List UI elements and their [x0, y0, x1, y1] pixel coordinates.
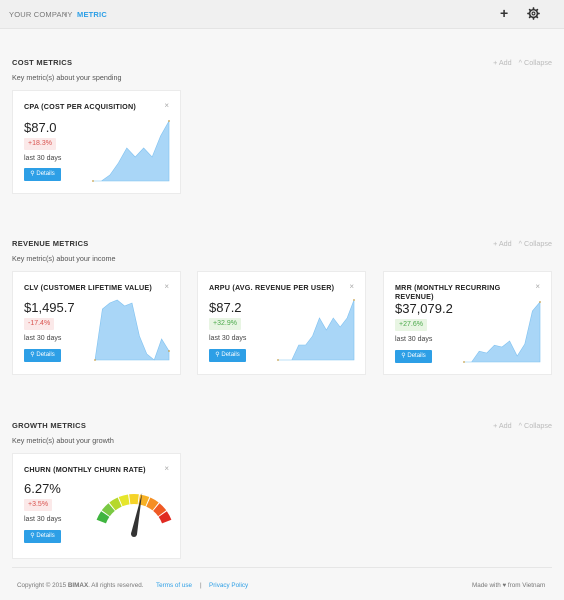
sparkline-end-point — [168, 120, 170, 122]
details-button[interactable]: ⚲ Details — [395, 350, 432, 363]
section-title: COST METRICS — [12, 58, 73, 67]
breadcrumb-company[interactable]: YOUR COMPANY — [9, 10, 73, 19]
plus-icon[interactable]: + — [500, 5, 508, 21]
close-icon[interactable]: × — [164, 101, 169, 110]
card-title: ARPU (AVG. REVENUE PER USER) — [209, 283, 335, 292]
footer-divider — [12, 567, 552, 568]
sparkline-area — [278, 299, 355, 361]
metric-value: $37,079.2 — [395, 301, 453, 316]
section-title: REVENUE METRICS — [12, 239, 89, 248]
add-metric-button[interactable]: + Add — [493, 421, 512, 430]
churn-gauge — [96, 492, 172, 537]
close-icon[interactable]: × — [164, 464, 169, 473]
sparkline-start-point — [463, 361, 465, 363]
brand: BIMAX — [67, 582, 89, 589]
sparkline-chart — [463, 301, 541, 363]
metric-card-cpa: CPA (COST PER ACQUISITION) × $87.0 +18.3… — [12, 90, 181, 194]
sparkline-area — [464, 301, 541, 363]
privacy-link[interactable]: Privacy Policy — [209, 582, 248, 589]
copyright: Copyright © 2015 BIMAX. All rights reser… — [17, 582, 144, 589]
metric-value: $87.2 — [209, 300, 242, 315]
sparkline-end-point — [168, 350, 170, 352]
sparkline-start-point — [92, 180, 94, 182]
metric-card-clv: CLV (CUSTOMER LIFETIME VALUE) × $1,495.7… — [12, 271, 181, 375]
sparkline-chart — [277, 299, 355, 361]
sparkline-start-point — [277, 359, 279, 361]
change-badge: +3.5% — [24, 499, 53, 511]
details-button[interactable]: ⚲ Details — [24, 168, 61, 181]
metric-card-churn: CHURN (MONTHLY CHURN RATE) × 6.27% +3.5%… — [12, 453, 181, 559]
details-button[interactable]: ⚲ Details — [24, 349, 61, 362]
breadcrumb-current[interactable]: METRIC — [77, 10, 107, 19]
section-actions: + Add ^ Collapse — [488, 239, 552, 248]
footer-separator: | — [200, 582, 202, 589]
close-icon[interactable]: × — [164, 282, 169, 291]
metric-value: $1,495.7 — [24, 300, 75, 315]
terms-link[interactable]: Terms of use — [156, 582, 192, 589]
gauge-segment — [129, 494, 139, 505]
change-badge: +27.6% — [395, 319, 427, 331]
made-with: Made with ♥ from Vietnam — [472, 582, 546, 589]
metric-value: 6.27% — [24, 481, 61, 496]
card-title: CLV (CUSTOMER LIFETIME VALUE) — [24, 283, 152, 292]
metric-card-arpu: ARPU (AVG. REVENUE PER USER) × $87.2 +32… — [197, 271, 366, 375]
period-label: last 30 days — [24, 335, 62, 342]
period-label: last 30 days — [24, 516, 62, 523]
card-title: CHURN (MONTHLY CHURN RATE) — [24, 465, 146, 474]
section-title: GROWTH METRICS — [12, 421, 87, 430]
section-actions: + Add ^ Collapse — [488, 421, 552, 430]
close-icon[interactable]: × — [535, 282, 540, 291]
section-subtitle: Key metric(s) about your growth — [12, 436, 114, 445]
growth-metrics-section: GROWTH METRICS Key metric(s) about your … — [12, 421, 552, 445]
cost-metrics-section: COST METRICS Key metric(s) about your sp… — [12, 58, 552, 82]
sparkline-start-point — [94, 359, 96, 361]
section-subtitle: Key metric(s) about your income — [12, 254, 116, 263]
collapse-button[interactable]: ^ Collapse — [519, 239, 552, 248]
metric-card-mrr: MRR (MONTHLY RECURRING REVENUE) × $37,07… — [383, 271, 552, 375]
section-subtitle: Key metric(s) about your spending — [12, 73, 122, 82]
sparkline-area — [94, 299, 170, 361]
period-label: last 30 days — [209, 335, 247, 342]
card-title: CPA (COST PER ACQUISITION) — [24, 102, 136, 111]
period-label: last 30 days — [24, 155, 62, 162]
sparkline-chart — [94, 299, 170, 361]
details-button[interactable]: ⚲ Details — [209, 349, 246, 362]
add-metric-button[interactable]: + Add — [493, 58, 512, 67]
gauge-hub — [131, 531, 137, 537]
collapse-button[interactable]: ^ Collapse — [519, 58, 552, 67]
close-icon[interactable]: × — [349, 282, 354, 291]
revenue-metrics-section: REVENUE METRICS Key metric(s) about your… — [12, 239, 552, 263]
sparkline-end-point — [539, 301, 541, 303]
add-metric-button[interactable]: + Add — [493, 239, 512, 248]
sparkline-area — [93, 119, 170, 182]
change-badge: -17.4% — [24, 318, 55, 330]
breadcrumb-separator: › — [64, 9, 67, 18]
metric-value: $87.0 — [24, 120, 57, 135]
gear-icon[interactable] — [527, 7, 540, 20]
details-button[interactable]: ⚲ Details — [24, 530, 61, 543]
change-badge: +18.3% — [24, 138, 56, 150]
collapse-button[interactable]: ^ Collapse — [519, 421, 552, 430]
period-label: last 30 days — [395, 336, 433, 343]
sparkline-chart — [92, 119, 170, 182]
change-badge: +32.9% — [209, 318, 241, 330]
sparkline-end-point — [353, 299, 355, 301]
section-actions: + Add ^ Collapse — [488, 58, 552, 67]
top-bar: YOUR COMPANY › METRIC + — [0, 0, 564, 29]
